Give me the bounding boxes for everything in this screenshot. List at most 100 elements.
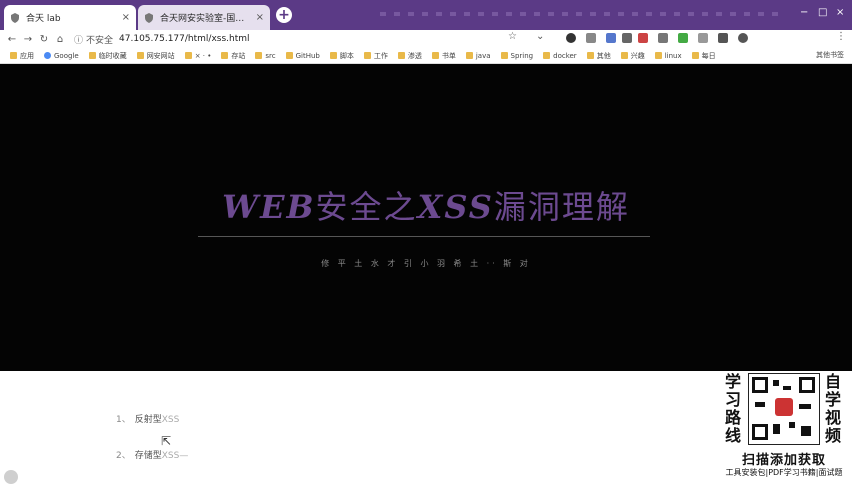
extension-icon[interactable] <box>698 33 708 43</box>
extension-icon[interactable] <box>586 33 596 43</box>
list-item-label: 存储型 <box>134 451 162 461</box>
list-item: 1、 反射型XSS <box>116 412 179 425</box>
bookmark-item[interactable]: java <box>465 51 491 60</box>
bookmark-item[interactable]: src <box>255 51 276 60</box>
reload-icon[interactable]: ↻ <box>36 34 52 45</box>
minimize-icon[interactable]: − <box>800 7 808 18</box>
security-label: 不安全 <box>86 35 114 46</box>
tab-inactive[interactable]: 合天网安实验室-国内最大的MOOC × <box>138 5 270 30</box>
folder-icon <box>136 52 144 59</box>
bookmark-item[interactable]: 书单 <box>431 51 456 61</box>
shield-icon <box>145 12 153 23</box>
extension-icon[interactable] <box>606 33 616 43</box>
folder-icon <box>654 52 662 59</box>
bookmark-item[interactable]: Google <box>44 52 79 60</box>
bookmark-item[interactable]: 脚本 <box>329 51 354 61</box>
folder-icon <box>255 52 263 59</box>
bookmark-label: 应用 <box>20 51 34 60</box>
folder-icon <box>285 52 293 59</box>
bookmarks-bar: 应用 Google 临时收藏 网安网站 × · • 存站 src GitHub 脚本 工作 渗透 书单… <box>0 48 852 64</box>
menu-icon[interactable]: ⋮ <box>836 31 846 42</box>
page-title-web: WEB <box>222 188 316 226</box>
close-window-icon[interactable]: × <box>836 7 844 18</box>
promo-banner: 扫描添加获取 <box>741 453 826 468</box>
other-bookmarks[interactable]: 其他书签 <box>816 50 844 60</box>
extension-icon[interactable] <box>566 33 576 43</box>
bookmark-item[interactable]: GitHub <box>285 52 320 60</box>
bookmark-label: 存站 <box>231 51 246 60</box>
bookmark-label: 临时收藏 <box>98 51 127 60</box>
bookmark-item[interactable]: 临时收藏 <box>88 51 127 61</box>
qr-code <box>748 373 820 445</box>
maximize-icon[interactable]: □ <box>818 7 827 18</box>
bookmark-item[interactable]: 其他 <box>586 51 611 61</box>
url-text[interactable]: 47.105.75.177/html/xss.html <box>119 34 249 44</box>
back-icon[interactable]: ← <box>4 34 20 45</box>
bookmark-label: java <box>475 51 491 60</box>
list-item-number: 2、 <box>116 451 131 461</box>
bookmark-label: 每日 <box>701 51 716 60</box>
close-tab-icon[interactable]: × <box>122 12 130 23</box>
extension-icon[interactable] <box>678 33 688 43</box>
title-divider <box>198 236 650 237</box>
folder-icon <box>543 52 551 59</box>
folder-icon <box>691 52 699 59</box>
tab-title: 合天网安实验室-国内最大的MOOC <box>160 14 252 24</box>
bookmark-label: Google <box>54 51 79 60</box>
bookmark-item[interactable]: 网安网站 <box>136 51 175 61</box>
promo-overlay[interactable]: 学习路线 自学视频 扫描添加获取 工具安装包|PDF学习书籍|面试题 <box>716 371 852 480</box>
home-icon[interactable]: ⌂ <box>52 34 68 45</box>
tab-strip-decoration <box>380 12 780 16</box>
page-subtitle: 修 平 土 水 才 引 小 羽 希 土 ·· 斯 对 <box>321 259 531 268</box>
bookmark-item[interactable]: 渗透 <box>397 51 422 61</box>
bookmark-item[interactable]: 兴趣 <box>620 51 645 61</box>
bookmark-item[interactable]: docker <box>543 52 577 60</box>
page-title-cjk-2: 漏洞理解 <box>493 188 630 226</box>
bookmark-label: docker <box>553 51 577 60</box>
folder-icon <box>620 52 628 59</box>
extension-icon[interactable] <box>718 33 728 43</box>
address-bar[interactable]: ⓘ 不安全 47.105.75.177/html/xss.html <box>74 31 250 47</box>
forward-icon[interactable]: → <box>20 34 36 45</box>
folder-icon <box>431 52 439 59</box>
tab-active[interactable]: 合天 lab × <box>4 5 136 30</box>
bookmark-label: 其他 <box>596 51 611 60</box>
bookmark-item[interactable]: 工作 <box>363 51 388 61</box>
bookmark-label: × · • <box>194 51 212 60</box>
bookmark-item[interactable]: linux <box>654 52 682 60</box>
page-title-cjk-1: 安全之 <box>315 188 418 226</box>
promo-right-text: 自学视频 <box>824 372 841 445</box>
bookmark-item[interactable]: Spring <box>500 52 533 60</box>
list-item-label: 反射型 <box>134 415 162 425</box>
star-icon[interactable]: ☆ <box>508 31 517 42</box>
extension-chevron-icon[interactable]: ⌄ <box>536 31 544 42</box>
shield-icon <box>11 12 19 23</box>
folder-icon <box>329 52 337 59</box>
new-tab-button[interactable]: + <box>276 7 292 23</box>
bookmark-item[interactable]: 每日 <box>691 51 716 61</box>
folder-icon <box>363 52 371 59</box>
tab-title: 合天 lab <box>26 14 61 24</box>
bookmark-item[interactable]: 应用 <box>10 51 34 61</box>
bookmark-item[interactable]: × · • <box>184 51 212 60</box>
promo-footer: 工具安装包|PDF学习书籍|面试题 <box>725 468 843 477</box>
page-title-xss: XSS <box>417 188 494 226</box>
close-tab-icon[interactable]: × <box>256 12 264 23</box>
avatar <box>4 470 18 484</box>
extension-icon[interactable] <box>658 33 668 43</box>
list-item: 2、 存储型XSS— <box>116 448 188 461</box>
list-item-number: 1、 <box>116 415 131 425</box>
bookmark-label: src <box>265 51 276 60</box>
folder-icon <box>586 52 594 59</box>
tab-strip: 合天 lab × 合天网安实验室-国内最大的MOOC × + − □ × <box>0 0 852 30</box>
extension-icon[interactable] <box>622 33 632 43</box>
profile-avatar-icon[interactable] <box>738 33 748 43</box>
bookmark-label: 脚本 <box>339 51 354 60</box>
extension-icon[interactable] <box>638 33 648 43</box>
apps-icon <box>10 52 17 59</box>
list-item-suffix: XSS— <box>161 451 189 461</box>
bookmark-label: 书单 <box>441 51 456 60</box>
bookmark-item[interactable]: 存站 <box>221 51 245 61</box>
info-icon[interactable]: ⓘ <box>74 33 83 46</box>
folder-icon <box>397 52 405 59</box>
